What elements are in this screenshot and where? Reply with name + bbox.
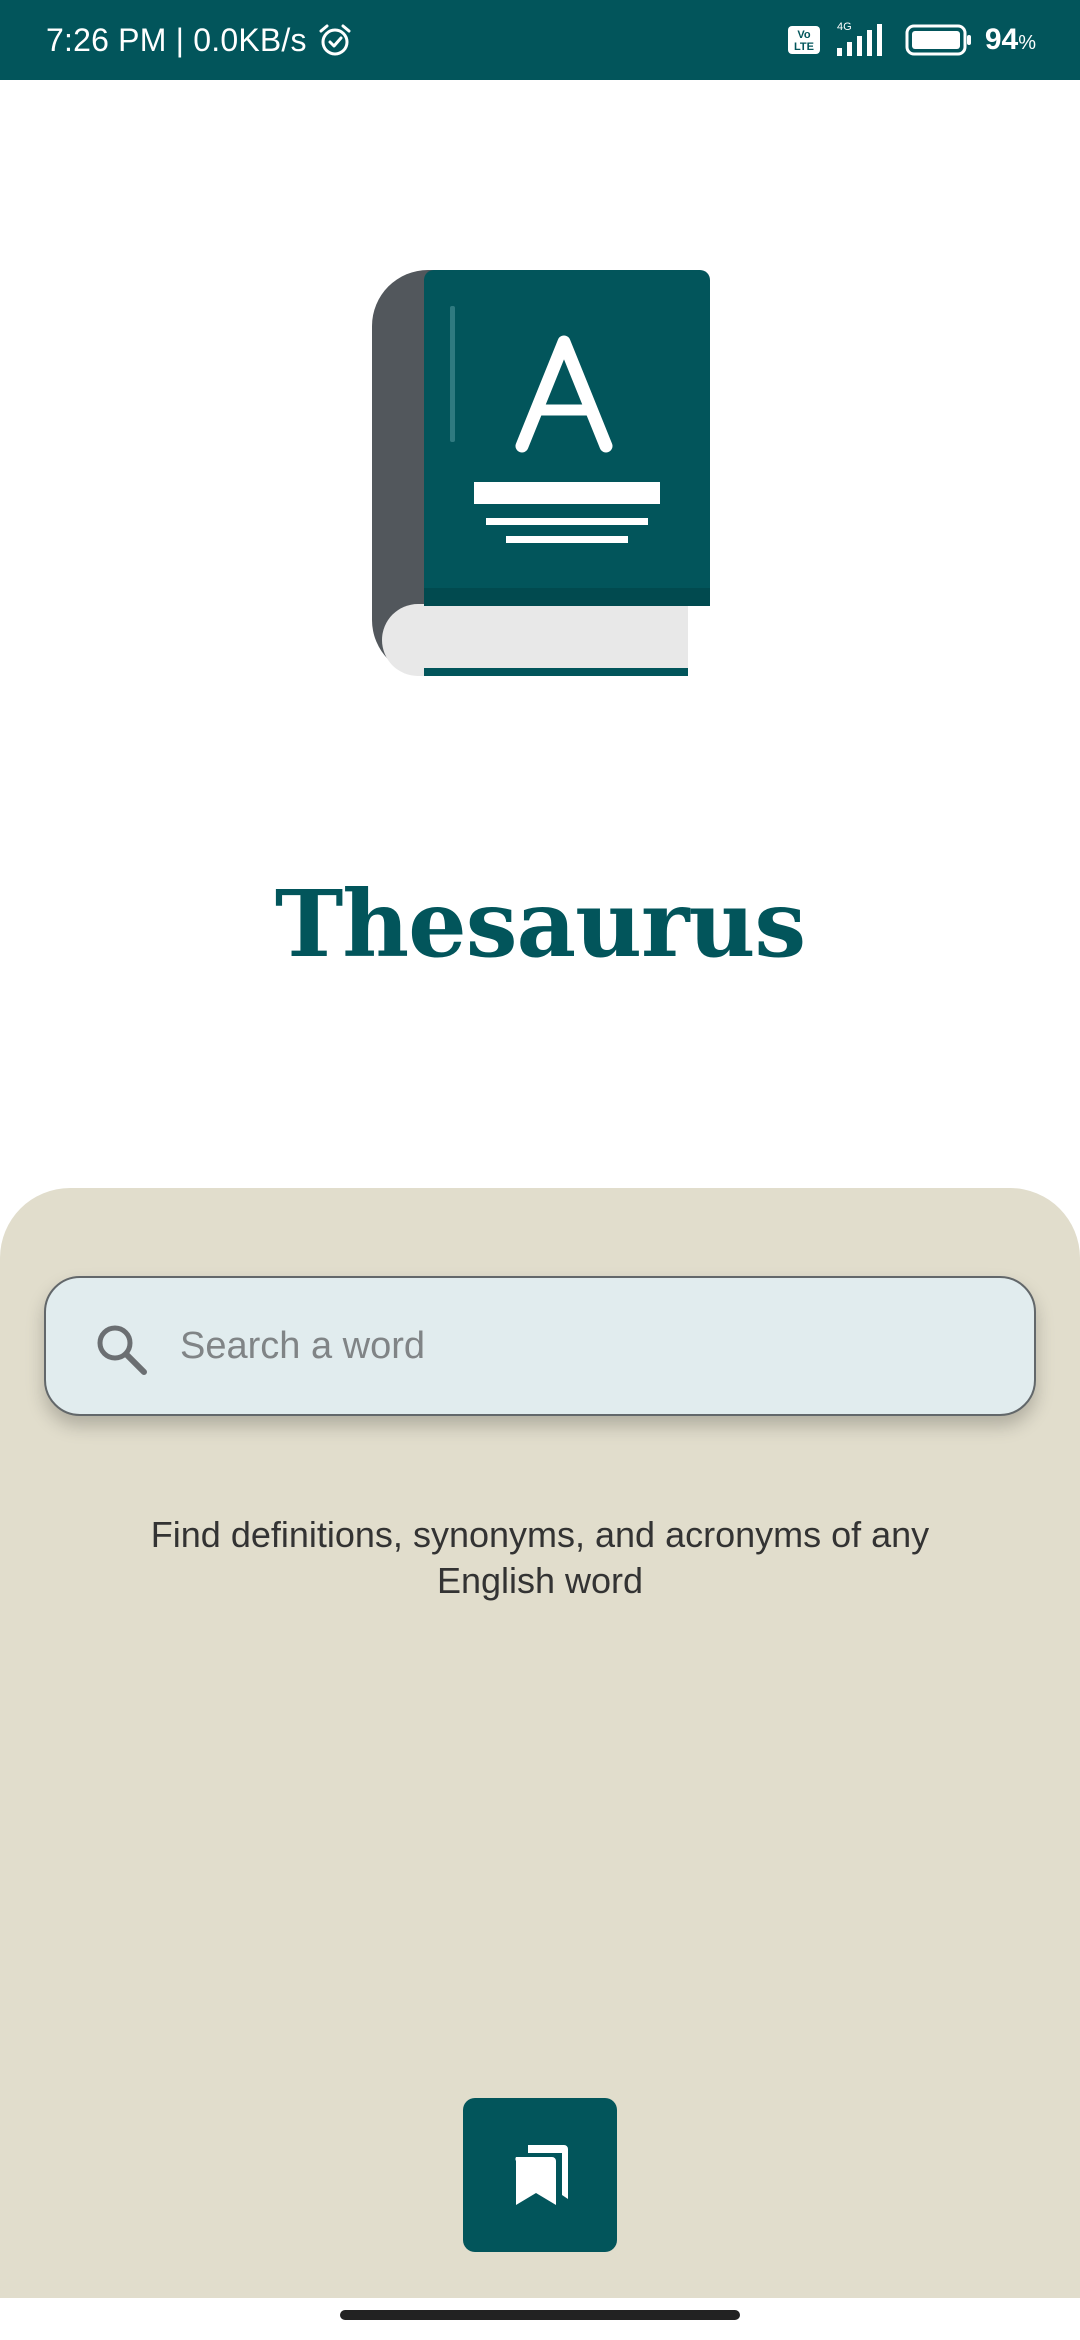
battery-icon: [905, 24, 971, 56]
home-indicator[interactable]: [340, 2310, 740, 2320]
search-panel: Find definitions, synonyms, and acronyms…: [0, 1188, 1080, 2298]
search-box[interactable]: [44, 1276, 1036, 1416]
signal-icon: 4G: [836, 21, 882, 56]
status-right: Vo LTE 4G 94%: [787, 0, 1036, 80]
status-left: 7:26 PM | 0.0KB/s: [46, 0, 353, 80]
bookmarks-button[interactable]: [463, 2098, 617, 2252]
battery-percent: 94%: [984, 23, 1036, 56]
status-time-speed: 7:26 PM | 0.0KB/s: [46, 21, 307, 58]
bookmarks-icon: [515, 2145, 568, 2205]
app-title: Thesaurus: [274, 870, 806, 978]
status-bar: 7:26 PM | 0.0KB/s Vo LTE 4G 94%: [0, 0, 1080, 80]
tagline: Find definitions, synonyms, and acronyms…: [150, 1514, 930, 1601]
volte-icon: Vo LTE: [787, 26, 820, 54]
svg-text:Vo: Vo: [797, 29, 811, 41]
search-icon: [97, 1325, 147, 1375]
alarm-icon: [319, 24, 351, 56]
book-logo-icon: [372, 270, 710, 676]
search-input[interactable]: [180, 1278, 1000, 1414]
network-type-label: 4G: [837, 21, 852, 33]
svg-text:LTE: LTE: [794, 41, 814, 53]
